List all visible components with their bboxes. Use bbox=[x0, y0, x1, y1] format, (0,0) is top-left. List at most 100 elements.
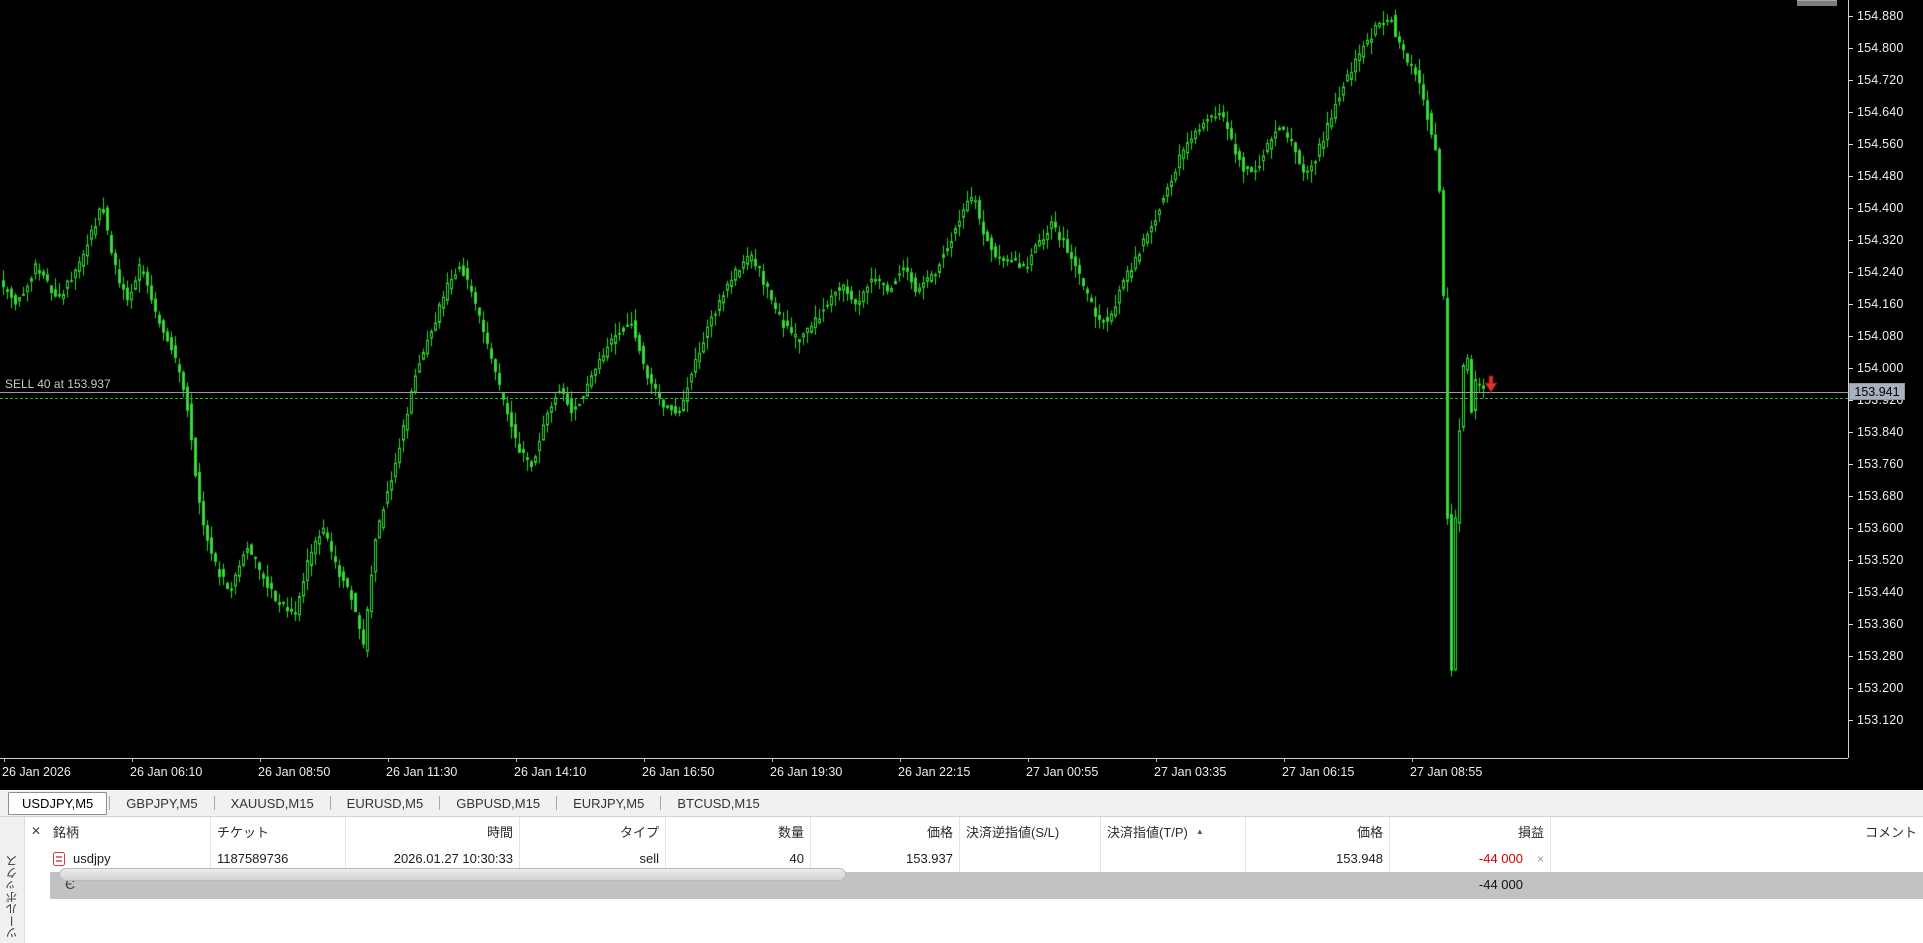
mt5-window: 154.880154.800154.720154.640154.560154.4… bbox=[0, 0, 1923, 943]
price-tick bbox=[1848, 496, 1853, 497]
price-axis-label: 153.600 bbox=[1857, 521, 1904, 535]
tab-separator bbox=[214, 796, 215, 810]
price-axis-label: 154.640 bbox=[1857, 105, 1904, 119]
chart-panel[interactable]: 154.880154.800154.720154.640154.560154.4… bbox=[0, 0, 1923, 790]
time-axis-label: 27 Jan 06:15 bbox=[1282, 765, 1354, 779]
time-axis-label: 26 Jan 08:50 bbox=[258, 765, 330, 779]
price-tick bbox=[1848, 592, 1853, 593]
chart-tab-bar: USDJPY,M5 GBPJPY,M5 XAUUSD,M15 EURUSD,M5… bbox=[0, 790, 1923, 817]
price-tick bbox=[1848, 432, 1853, 433]
time-tick bbox=[644, 758, 645, 762]
tab-eurjpy-m5[interactable]: EURJPY,M5 bbox=[559, 792, 658, 815]
table-header-row: ✕ 銘柄 チケット 時間 タイプ 数量 価格 決済逆指値(S/L) 決済指値(T… bbox=[25, 817, 1923, 845]
time-axis-label: 26 Jan 19:30 bbox=[770, 765, 842, 779]
col-header-volume[interactable]: 数量 bbox=[666, 817, 811, 845]
price-axis-label: 154.000 bbox=[1857, 361, 1904, 375]
tab-separator bbox=[109, 796, 110, 810]
tab-separator bbox=[660, 796, 661, 810]
time-axis-label: 26 Jan 11:30 bbox=[386, 765, 457, 779]
current-price-tag: 153.941 bbox=[1849, 383, 1905, 400]
col-header-type[interactable]: タイプ bbox=[520, 817, 666, 845]
col-header-price-current[interactable]: 価格 bbox=[1246, 817, 1390, 845]
position-comment bbox=[1551, 845, 1923, 872]
price-axis-label: 154.160 bbox=[1857, 297, 1904, 311]
time-axis-line bbox=[0, 758, 1848, 759]
candlestick-chart[interactable] bbox=[0, 0, 1848, 758]
price-axis-label: 154.800 bbox=[1857, 41, 1904, 55]
horizontal-scrollbar-thumb[interactable] bbox=[59, 868, 846, 881]
price-tick bbox=[1848, 144, 1853, 145]
price-tick bbox=[1848, 400, 1853, 401]
price-axis-label: 153.360 bbox=[1857, 617, 1904, 631]
sell-entry-arrow-icon bbox=[1482, 375, 1500, 393]
col-header-ticket[interactable]: チケット bbox=[211, 817, 346, 845]
toolbox-close-button[interactable]: ✕ bbox=[25, 817, 47, 845]
time-axis-label: 26 Jan 22:15 bbox=[898, 765, 970, 779]
price-tick bbox=[1848, 720, 1853, 721]
price-axis-label: 153.280 bbox=[1857, 649, 1904, 663]
row-spacer bbox=[25, 845, 47, 872]
price-tick bbox=[1848, 208, 1853, 209]
price-axis-label: 154.320 bbox=[1857, 233, 1904, 247]
total-profit: -44 000 bbox=[1479, 877, 1523, 892]
time-tick bbox=[132, 758, 133, 762]
tab-btcusd-m15[interactable]: BTCUSD,M15 bbox=[663, 792, 773, 815]
price-tick bbox=[1848, 16, 1853, 17]
col-header-tp-label: 決済指値(T/P) bbox=[1107, 822, 1188, 841]
tab-separator bbox=[439, 796, 440, 810]
tab-usdjpy-m5[interactable]: USDJPY,M5 bbox=[8, 792, 107, 815]
col-header-profit[interactable]: 損益 bbox=[1390, 817, 1551, 845]
position-type-icon bbox=[53, 852, 65, 866]
price-axis-label: 153.120 bbox=[1857, 713, 1904, 727]
toolbox-tab-label[interactable]: ツールボックス bbox=[3, 855, 20, 939]
col-header-comment[interactable]: コメント bbox=[1551, 817, 1923, 845]
position-line-label: SELL 40 at 153.937 bbox=[5, 377, 111, 391]
tab-eurusd-m5[interactable]: EURUSD,M5 bbox=[333, 792, 438, 815]
price-axis-label: 153.520 bbox=[1857, 553, 1904, 567]
price-tick bbox=[1848, 272, 1853, 273]
col-header-symbol[interactable]: 銘柄 bbox=[47, 817, 211, 845]
time-axis-label: 27 Jan 03:35 bbox=[1154, 765, 1226, 779]
price-tick bbox=[1848, 80, 1853, 81]
chart-scrollbar-thumb[interactable] bbox=[1797, 0, 1837, 6]
price-tick bbox=[1848, 240, 1853, 241]
col-header-time[interactable]: 時間 bbox=[346, 817, 520, 845]
price-tick bbox=[1848, 368, 1853, 369]
close-position-button[interactable]: × bbox=[1537, 852, 1544, 866]
price-tick bbox=[1848, 176, 1853, 177]
time-axis-label: 27 Jan 00:55 bbox=[1026, 765, 1098, 779]
time-axis-label: 27 Jan 08:55 bbox=[1410, 765, 1482, 779]
tab-gbpjpy-m5[interactable]: GBPJPY,M5 bbox=[112, 792, 211, 815]
price-axis-label: 154.400 bbox=[1857, 201, 1904, 215]
bid-price-line bbox=[0, 392, 1848, 393]
sort-asc-icon: ▲ bbox=[1196, 827, 1204, 836]
tab-xauusd-m15[interactable]: XAUUSD,M15 bbox=[217, 792, 328, 815]
price-axis-label: 153.680 bbox=[1857, 489, 1904, 503]
price-axis-label: 154.480 bbox=[1857, 169, 1904, 183]
price-tick bbox=[1848, 304, 1853, 305]
price-axis-label: 154.080 bbox=[1857, 329, 1904, 343]
price-tick bbox=[1848, 656, 1853, 657]
price-tick bbox=[1848, 464, 1853, 465]
tab-gbpusd-m15[interactable]: GBPUSD,M15 bbox=[442, 792, 554, 815]
price-axis-line bbox=[1848, 0, 1849, 758]
toolbox-side-strip: ツールボックス bbox=[0, 817, 25, 943]
close-icon: ✕ bbox=[31, 824, 41, 838]
positions-table: ✕ 銘柄 チケット 時間 タイプ 数量 価格 決済逆指値(S/L) 決済指値(T… bbox=[25, 817, 1923, 872]
col-header-sl[interactable]: 決済逆指値(S/L) bbox=[960, 817, 1101, 845]
position-symbol: usdjpy bbox=[73, 851, 111, 866]
price-tick bbox=[1848, 112, 1853, 113]
time-tick bbox=[516, 758, 517, 762]
time-tick bbox=[900, 758, 901, 762]
time-tick bbox=[772, 758, 773, 762]
col-header-tp[interactable]: 決済指値(T/P) ▲ bbox=[1101, 817, 1246, 845]
col-header-price[interactable]: 価格 bbox=[811, 817, 960, 845]
price-axis-label: 154.240 bbox=[1857, 265, 1904, 279]
time-axis-label: 26 Jan 2026 bbox=[2, 765, 71, 779]
tab-separator bbox=[556, 796, 557, 810]
price-axis-label: 153.840 bbox=[1857, 425, 1904, 439]
time-tick bbox=[1412, 758, 1413, 762]
position-profit: -44 000 bbox=[1479, 851, 1523, 866]
time-axis-label: 26 Jan 14:10 bbox=[514, 765, 586, 779]
time-tick bbox=[1284, 758, 1285, 762]
